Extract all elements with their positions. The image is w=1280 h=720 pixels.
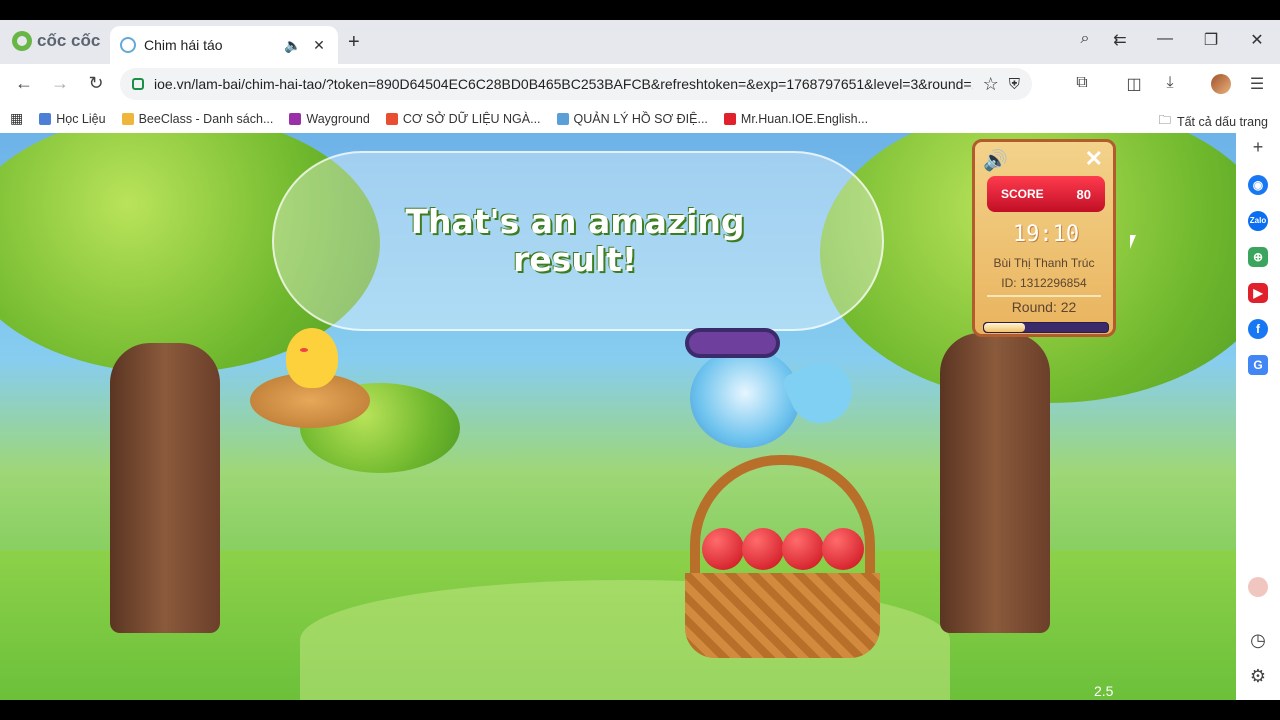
back-button[interactable]: ← [12,73,36,94]
tab-title: Chim hái táo [144,37,223,53]
round-progress-bar [983,322,1109,333]
bookmark-label: BeeClass - Danh sách... [138,111,274,126]
score-panel: 🔊 ✕ SCORE 80 19:10 Bùi Thị Thanh Trúc ID… [972,139,1116,337]
restore-button[interactable]: ❐ [1199,30,1223,50]
close-window-button[interactable]: ✕ [1245,30,1269,50]
pilot-bird [690,348,800,448]
chick [286,328,338,388]
reload-button[interactable]: ↻ [84,73,108,94]
bookmark-item[interactable]: CƠ SỞ DỮ LIỆU NGÀ... [385,111,541,126]
bookmark-star-icon[interactable]: ☆ [983,74,999,95]
close-tab-icon[interactable]: ✕ [310,37,328,54]
shield-icon[interactable]: ⛨ [1009,76,1020,93]
add-sidebar-icon[interactable]: + [1246,137,1270,158]
folder-icon: 🗀 [1158,113,1171,127]
facebook-icon[interactable]: f [1248,319,1268,339]
forward-button[interactable]: → [48,73,72,94]
apple-basket [685,573,880,658]
apple [742,528,784,570]
zalo-icon[interactable]: Zalo [1248,211,1268,231]
bookmark-item[interactable]: Mr.Huan.IOE.English... [723,111,869,126]
player-name: Bùi Thị Thanh Trúc [993,256,1095,270]
browser-sidebar: + ◉ Zalo ⊕ ▶ f G ◷ ⚙ [1236,133,1280,700]
address-bar[interactable]: ioe.vn/lam-bai/chim-hai-tao/?token=890D6… [120,68,1032,100]
game-version: 2.5 [1094,683,1114,699]
bottom-black-bar [0,700,1280,720]
game-canvas[interactable]: That's an amazing result! 🔊 ✕ SCORE 80 1… [0,133,1236,700]
brand-text: cốc cốc [37,31,101,50]
history-icon[interactable]: ◷ [1246,630,1270,651]
bookmark-label: Wayground [306,111,370,126]
round-progress-fill [984,323,1025,332]
browser-chrome: cốc cốc Chim hái táo 🔈 ✕ + ⌕ ⇇ — ❐ ✕ ← →… [0,20,1280,133]
tree-trunk-right [940,333,1050,633]
apple [702,528,744,570]
all-bookmarks[interactable]: 🗀 Tất cả dấu trang [1158,111,1268,132]
mouse-cursor [1130,235,1136,249]
bookmark-label: Mr.Huan.IOE.English... [740,111,869,126]
translate-icon[interactable]: G [1248,355,1268,375]
all-bookmarks-label: Tất cả dấu trang [1176,114,1268,129]
youtube-icon [723,112,736,125]
game-controller-icon[interactable]: ⊕ [1248,247,1268,267]
bookmark-item[interactable]: BeeClass - Danh sách... [121,111,274,126]
bookmark-label: CƠ SỞ DỮ LIỆU NGÀ... [402,111,541,126]
menu-icon[interactable]: ☰ [1245,74,1269,94]
split-view-icon[interactable]: ◫ [1122,74,1146,94]
browser-brand: cốc cốc [12,31,100,51]
top-black-bar [0,0,1280,20]
bookmark-item[interactable]: QUẢN LÝ HỒ SƠ ĐIỆ... [556,111,708,126]
timer: 19:10 [1012,222,1080,247]
tab-active[interactable]: Chim hái táo 🔈 ✕ [110,26,338,64]
apple [782,528,824,570]
bird-goggles [685,328,780,358]
settings-gear-icon[interactable]: ⚙ [1246,666,1270,687]
url-text[interactable]: ioe.vn/lam-bai/chim-hai-tao/?token=890D6… [154,76,973,92]
bookmark-label: Học Liệu [56,111,106,126]
tree-trunk-left [110,343,220,633]
bookmark-label: QUẢN LÝ HỒ SƠ ĐIỆ... [573,111,708,126]
bookmark-icon [289,112,302,125]
messenger-icon[interactable]: ◉ [1248,175,1268,195]
nav-bar: ← → ↻ ioe.vn/lam-bai/chim-hai-tao/?token… [0,64,1280,104]
profile-avatar[interactable] [1211,74,1231,94]
back-history-icon[interactable]: ⇇ [1108,30,1132,50]
bookmark-item[interactable]: Học Liệu [39,111,106,126]
round-label: Round: 22 [1011,299,1077,315]
panel-divider [987,295,1101,297]
secure-lock-icon [132,78,144,90]
bookmark-icon [385,112,398,125]
youtube-icon[interactable]: ▶ [1248,283,1268,303]
site-favicon-icon [120,37,136,53]
score-label: SCORE [1001,187,1044,201]
bookmark-icon [121,112,134,125]
extensions-icon[interactable]: ⧉ [1070,74,1094,92]
new-tab-button[interactable]: + [348,31,360,54]
bookmark-icon [556,112,569,125]
score-value: 80 [1076,186,1091,202]
sidebar-avatar-icon[interactable] [1248,577,1268,597]
score-bar: SCORE 80 [987,176,1105,212]
player-id: ID: 1312296854 [1001,276,1087,290]
bookmark-item[interactable]: Wayground [289,111,370,126]
result-message: That's an amazing result! [405,202,745,279]
bookmark-icon [39,112,52,125]
tab-strip: cốc cốc Chim hái táo 🔈 ✕ + ⌕ ⇇ — ❐ ✕ [0,20,1280,64]
speaker-tab-icon[interactable]: 🔈 [284,37,302,54]
close-game-button[interactable]: ✕ [1085,146,1103,172]
minimize-button[interactable]: — [1153,30,1177,48]
apple [822,528,864,570]
coccoc-logo-icon [12,31,32,51]
download-icon[interactable]: ⤓ [1158,74,1182,92]
bookmarks-bar: ▦ Học Liệu BeeClass - Danh sách... Waygr… [0,104,1280,133]
screen-search-icon[interactable]: ⌕ [1073,30,1097,48]
sound-icon[interactable]: 🔊 [983,148,1008,173]
apps-grid-icon[interactable]: ▦ [10,110,23,127]
